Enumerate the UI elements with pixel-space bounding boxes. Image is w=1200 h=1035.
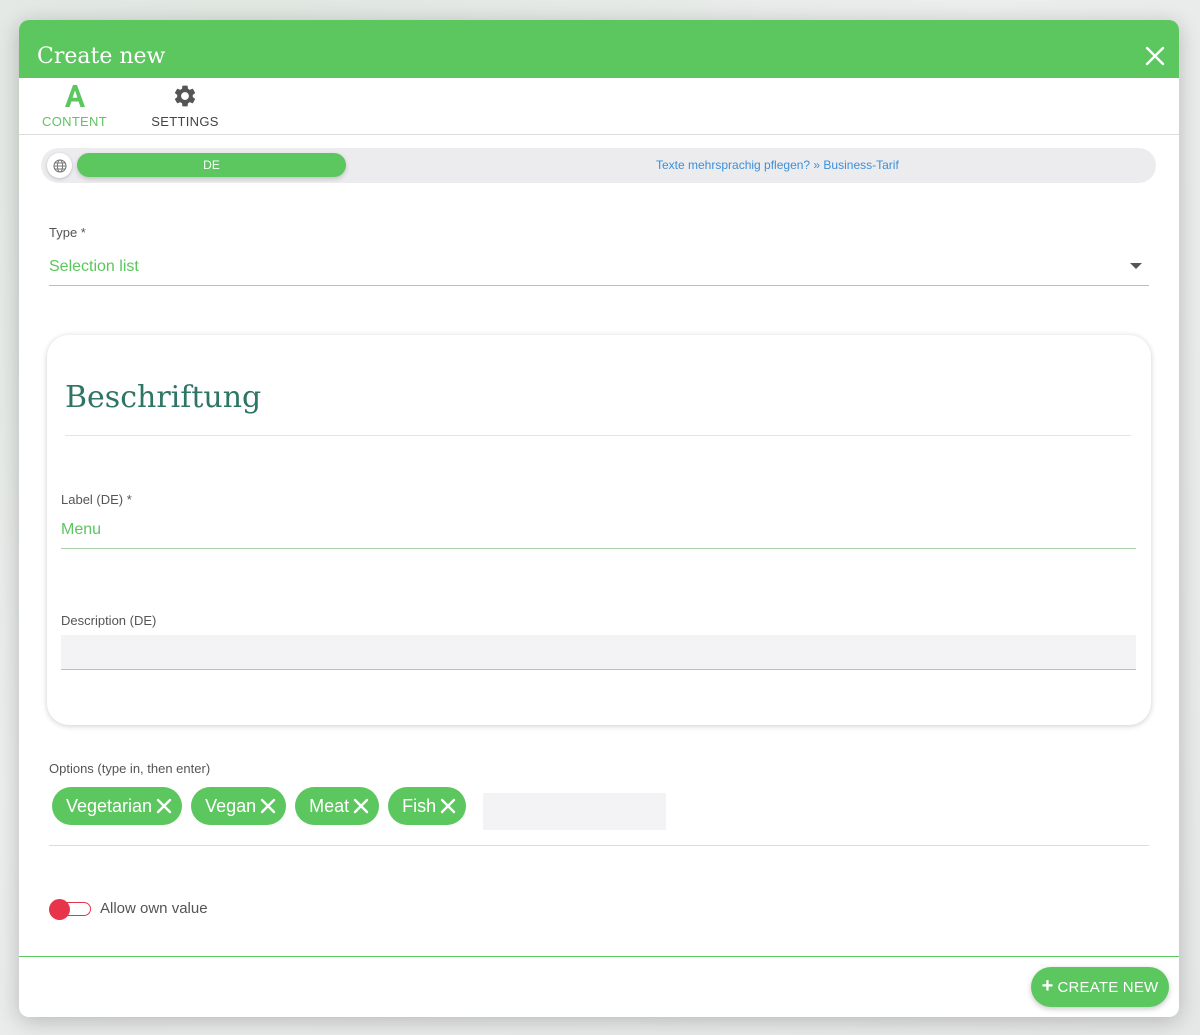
gear-icon: [174, 85, 196, 107]
card-divider: [65, 435, 1131, 436]
tab-content-label: CONTENT: [42, 114, 107, 129]
label-de-input[interactable]: Menu: [61, 515, 1136, 549]
globe-icon: [52, 158, 67, 173]
remove-chip-icon[interactable]: [258, 796, 278, 816]
option-chips: Vegetarian Vegan Meat Fish: [52, 787, 467, 825]
label-de-value: Menu: [61, 521, 102, 538]
option-chip: Fish: [388, 787, 467, 825]
option-chip: Vegan: [191, 787, 287, 825]
description-de-label: Description (DE): [61, 613, 157, 628]
language-bar: DE Texte mehrsprachig pflegen? » Busines…: [41, 148, 1156, 183]
labeling-card: Beschriftung Label (DE) * Menu Descripti…: [47, 335, 1151, 725]
dropdown-arrow-icon: [1130, 263, 1142, 269]
options-divider: [49, 845, 1149, 846]
plus-icon: +: [1041, 975, 1054, 997]
allow-own-value-label: Allow own value: [100, 900, 208, 917]
language-de-pill[interactable]: DE: [77, 153, 346, 177]
option-chip-label: Vegan: [205, 795, 257, 816]
allow-own-value-toggle[interactable]: [49, 899, 91, 920]
remove-chip-icon[interactable]: [351, 796, 371, 816]
type-select-value: Selection list: [49, 258, 139, 275]
option-chip: Meat: [295, 787, 380, 825]
option-chip-label: Vegetarian: [66, 795, 153, 816]
card-title: Beschriftung: [65, 380, 262, 415]
dialog-title: Create new: [37, 44, 166, 69]
create-new-button[interactable]: + CREATE NEW: [1031, 967, 1169, 1007]
label-de-label: Label (DE) *: [61, 492, 132, 507]
globe-button[interactable]: [47, 153, 72, 178]
close-icon: [1145, 46, 1165, 66]
tab-content[interactable]: CONTENT: [37, 78, 112, 134]
text-a-icon: [64, 85, 85, 107]
option-chip-label: Fish: [402, 795, 437, 816]
tab-settings-label: SETTINGS: [151, 114, 219, 129]
options-label: Options (type in, then enter): [49, 761, 211, 776]
options-input[interactable]: [483, 793, 666, 830]
create-dialog: Create new CONTENT SETTINGS DE Texte meh…: [19, 20, 1179, 1017]
option-chip-label: Meat: [309, 795, 350, 816]
dialog-header: Create new: [19, 20, 1179, 78]
business-tarif-link[interactable]: Texte mehrsprachig pflegen? » Business-T…: [656, 158, 899, 172]
remove-chip-icon[interactable]: [438, 796, 458, 816]
tab-settings[interactable]: SETTINGS: [149, 78, 221, 134]
close-button[interactable]: [1145, 46, 1165, 66]
remove-chip-icon[interactable]: [154, 796, 174, 816]
type-label: Type *: [49, 225, 86, 240]
option-chip: Vegetarian: [52, 787, 183, 825]
description-de-input[interactable]: [61, 635, 1136, 670]
toggle-knob: [49, 899, 70, 920]
create-new-label: CREATE NEW: [1057, 978, 1159, 996]
footer-divider: [19, 956, 1179, 957]
tab-bar: CONTENT SETTINGS: [19, 78, 1179, 135]
type-select[interactable]: Selection list: [49, 250, 1149, 286]
